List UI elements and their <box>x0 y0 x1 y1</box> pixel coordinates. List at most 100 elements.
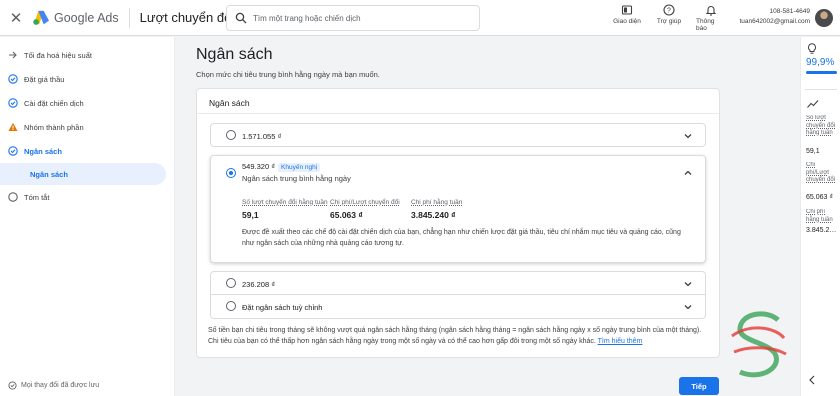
notifications-label: Thông báo <box>696 18 715 32</box>
metric-label: Chi phí/Lượt chuyển đổi <box>330 199 400 206</box>
recommended-badge: Khuyến nghị <box>278 163 321 172</box>
main-header: Ngân sách Chọn mức chi tiêu trung bình h… <box>196 46 720 79</box>
search-icon <box>235 12 247 24</box>
chevron-left-icon[interactable] <box>808 375 816 385</box>
budget-footnote: Số tiền bạn chi tiêu trong tháng sẽ khôn… <box>208 325 708 347</box>
trending-icon <box>807 100 819 108</box>
panel-divider <box>805 89 837 90</box>
budget-option-label: Đặt ngân sách tuỳ chỉnh <box>242 303 323 312</box>
metric-value: 3.845.240 ₫ <box>411 210 456 220</box>
sidebar-item-label: Nhóm thành phần <box>24 122 84 132</box>
top-actions: Giao diện ? Trợ giúp Thông báo <box>612 4 726 32</box>
panel-metric-label: Chi phí hằng tuần <box>806 209 833 223</box>
metric-value: 59,1 <box>242 210 259 220</box>
panel-metric-label: Số lượt chuyển đổi hằng tuần <box>806 115 836 136</box>
panel-metric-value: 65.063 ₫ <box>806 194 833 201</box>
saved-text: Mọi thay đổi đã được lưu <box>21 382 100 389</box>
budget-option-description: Ngân sách trung bình hằng ngày <box>242 174 351 183</box>
sidebar-item-performance-max[interactable]: Tối đa hoá hiệu suất <box>0 43 174 67</box>
radio-button[interactable] <box>226 130 236 140</box>
account-info[interactable]: 108-581-4649 tuan642002@gmail.com <box>730 7 810 27</box>
radio-button-selected[interactable] <box>226 168 236 178</box>
sidebar-item-label: Đặt giá thầu <box>24 74 65 84</box>
search-box[interactable]: Tìm một trang hoặc chiến dịch <box>226 5 480 31</box>
watermark-logo <box>731 311 787 378</box>
help-icon: ? <box>663 4 675 16</box>
budget-option-1[interactable]: 1.571.055 ₫ <box>210 123 706 147</box>
svg-text:?: ? <box>667 8 671 15</box>
sidebar-item-label: Tóm tắt <box>24 192 50 202</box>
brand-name: Google Ads <box>54 10 119 25</box>
chevron-down-icon[interactable] <box>683 302 693 312</box>
optimization-score-bar <box>806 71 837 74</box>
right-summary-panel: 99,9% Số lượt chuyển đổi hằng tuần 59,1 … <box>800 37 840 396</box>
metrics-row: Số lượt chuyển đổi hằng tuần 59,1 Chi ph… <box>242 199 499 220</box>
chevron-up-icon[interactable] <box>683 168 693 178</box>
account-id: 108-581-4649 <box>769 8 810 15</box>
budget-option-label: 236.208 ₫ <box>242 280 276 289</box>
panel-metric-label: Chi phí/Lượt chuyển đổi <box>806 162 836 183</box>
close-icon[interactable]: ✕ <box>2 9 30 27</box>
sidebar-item-summary[interactable]: Tóm tắt <box>0 185 174 209</box>
budget-option-label: 1.571.055 ₫ <box>242 132 282 141</box>
chevron-down-icon[interactable] <box>683 131 693 141</box>
panel-metric-value: 59,1 <box>806 148 820 155</box>
sidebar-subitem-budget[interactable]: Ngân sách <box>0 163 166 185</box>
header-divider <box>128 7 130 28</box>
help-button[interactable]: ? Trợ giúp <box>654 4 684 32</box>
budget-option-2[interactable]: 549.320 ₫ Khuyến nghị Ngân sách trung bìn… <box>210 155 706 263</box>
sidebar-item-label: Cài đặt chiến dịch <box>24 98 84 108</box>
check-circle-icon <box>8 98 18 108</box>
page-title: Ngân sách <box>196 46 273 63</box>
sidebar-item-campaign-settings[interactable]: Cài đặt chiến dịch <box>0 91 174 115</box>
learn-more-link[interactable]: Tìm hiểu thêm <box>598 338 643 345</box>
lightbulb-icon <box>808 43 816 54</box>
budget-amount: 549.320 ₫ <box>242 162 276 171</box>
top-bar: ✕ Google Ads Lượt chuyển đổi Tìm một tra… <box>0 0 840 36</box>
check-circle-icon <box>8 74 18 84</box>
arrow-right-icon <box>8 50 18 60</box>
search-input[interactable]: Tìm một trang hoặc chiến dịch <box>253 14 361 23</box>
recommendation-explanation: Được đề xuất theo các chế độ cài đặt chi… <box>242 229 681 247</box>
budget-card: Ngân sách 1.571.055 ₫ 549.320 ₫ Khuyến ng… <box>196 88 720 358</box>
warning-icon <box>8 122 18 132</box>
bell-icon <box>705 6 717 16</box>
help-label: Trợ giúp <box>656 18 682 25</box>
google-ads-logo-icon <box>33 10 49 25</box>
page-subtitle: Chọn mức chi tiêu trung bình hằng ngày m… <box>196 70 380 79</box>
cloud-saved-icon <box>8 381 17 390</box>
account-email: tuan642002@gmail.com <box>739 18 810 25</box>
header-page-title: Lượt chuyển đổi <box>139 10 235 25</box>
radio-button[interactable] <box>226 301 236 311</box>
budget-option-label: 549.320 ₫ Khuyến nghị <box>242 162 321 172</box>
sidebar-item-asset-group[interactable]: Nhóm thành phần <box>0 115 174 139</box>
left-sidebar: Tối đa hoá hiệu suất Đặt giá thầu Cài đặ… <box>0 37 175 396</box>
card-divider <box>197 113 719 114</box>
notifications-button[interactable]: Thông báo <box>696 4 726 32</box>
metric-label: Chi phí hằng tuần <box>411 199 463 206</box>
avatar[interactable] <box>815 9 833 27</box>
budget-option-custom[interactable]: Đặt ngân sách tuỳ chỉnh <box>210 295 706 319</box>
metric-value: 65.063 ₫ <box>330 210 363 220</box>
sidebar-item-budget[interactable]: Ngân sách <box>0 139 174 163</box>
empty-circle-icon <box>8 192 18 202</box>
sidebar-item-bidding[interactable]: Đặt giá thầu <box>0 67 174 91</box>
next-button[interactable]: Tiếp <box>679 377 719 395</box>
panel-metric-value: 3.845.2… <box>806 227 837 234</box>
radio-button[interactable] <box>226 278 236 288</box>
metric-label: Số lượt chuyển đổi hằng tuần <box>242 199 328 206</box>
check-circle-icon <box>8 146 18 156</box>
sidebar-subitem-label: Ngân sách <box>30 169 68 179</box>
chevron-down-icon[interactable] <box>683 279 693 289</box>
optimization-score[interactable]: 99,9% <box>806 57 834 68</box>
metric-weekly-cost: Chi phí hằng tuần 3.845.240 ₫ <box>411 199 499 220</box>
metric-weekly-conversions: Số lượt chuyển đổi hằng tuần 59,1 <box>242 199 330 220</box>
appearance-button[interactable]: Giao diện <box>612 4 642 32</box>
sidebar-item-label: Tối đa hoá hiệu suất <box>24 50 92 60</box>
appearance-icon <box>621 5 633 15</box>
google-ads-logo[interactable]: Google Ads <box>32 10 119 26</box>
card-title: Ngân sách <box>209 98 250 108</box>
sidebar-item-label: Ngân sách <box>24 146 62 156</box>
metric-cost-per-conversion: Chi phí/Lượt chuyển đổi 65.063 ₫ <box>330 199 411 220</box>
budget-option-3[interactable]: 236.208 ₫ <box>210 271 706 295</box>
